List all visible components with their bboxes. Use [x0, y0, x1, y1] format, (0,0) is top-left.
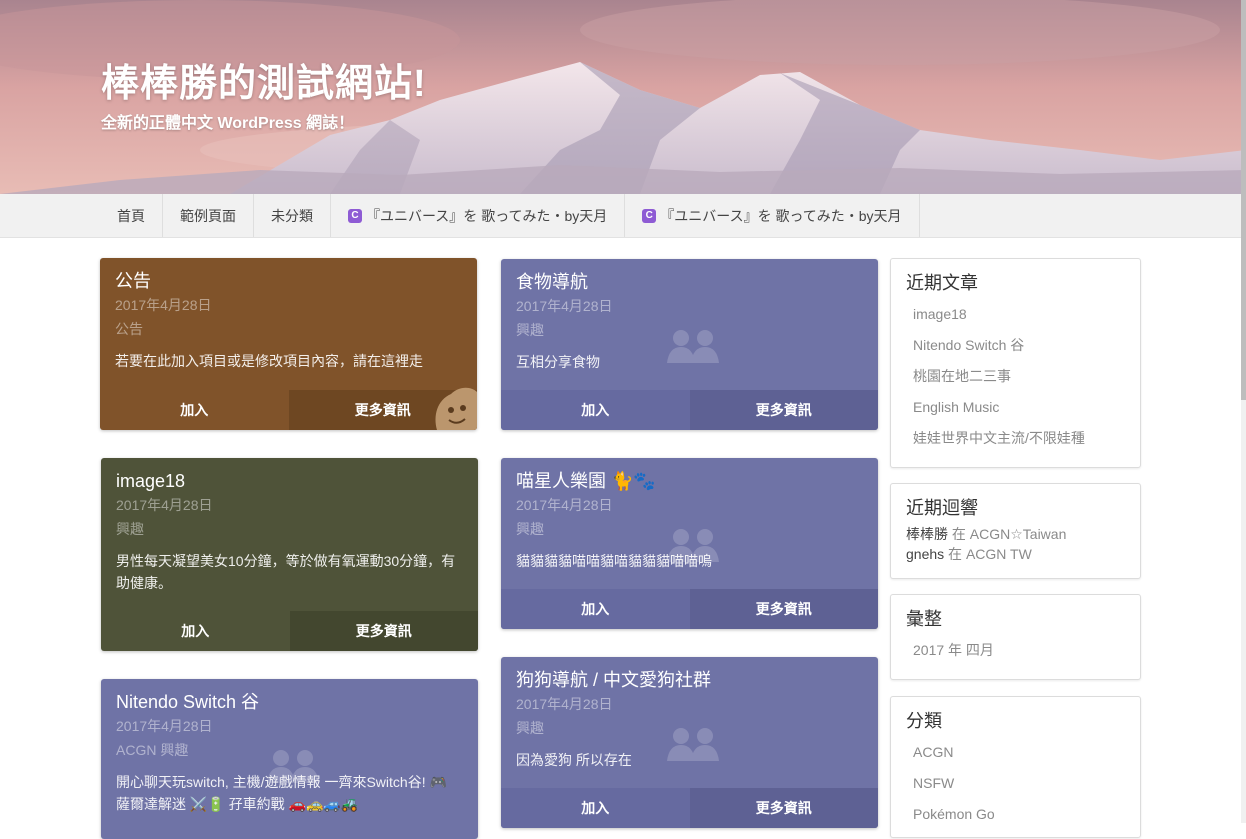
card-title[interactable]: image18	[116, 469, 463, 493]
recent-post-link[interactable]: English Music	[913, 392, 1140, 423]
site-tagline: 全新的正體中文 WordPress 網誌！	[101, 115, 355, 132]
card-date: 2017年4月28日	[115, 297, 212, 313]
card-title[interactable]: 食物導航	[516, 270, 863, 294]
join-button[interactable]: 加入	[100, 390, 289, 430]
join-button[interactable]: 加入	[101, 611, 290, 651]
group-card-food-navigation: 食物導航 2017年4月28日 興趣 互相分享食物 加入 更多資訊	[501, 259, 878, 430]
card-description: 若要在此加入項目或是修改項目內容，請在這裡走	[115, 353, 423, 369]
card-actions: 加入 更多資訊	[501, 788, 878, 828]
widget-title: 分類	[906, 711, 942, 731]
card-date: 2017年4月28日	[116, 718, 213, 734]
header-banner: 棒棒勝的測試網站! 全新的正體中文 WordPress 網誌！	[0, 0, 1246, 194]
recent-comments-widget: 近期迴響 棒棒勝 在 ACGN☆Taiwan gnehs 在 ACGN TW	[890, 483, 1141, 579]
comment-author-link[interactable]: 棒棒勝	[906, 526, 948, 542]
main-navigation: 首頁 範例頁面 未分類 C 『ユニバース』を 歌ってみた・by天月 C 『ユニバ…	[0, 194, 1241, 238]
join-button[interactable]: 加入	[501, 788, 690, 828]
site-title[interactable]: 棒棒勝的測試網站!	[101, 52, 427, 107]
comment-author-link[interactable]: gnehs	[906, 546, 944, 562]
recent-post-link[interactable]: 桃園在地二三事	[913, 361, 1140, 392]
comment-in-label: 在	[948, 546, 963, 562]
nav-item-label: 範例頁面	[180, 207, 236, 224]
group-icon	[667, 529, 719, 562]
widget-title: 近期文章	[906, 273, 978, 293]
categories-widget: 分類 ACGN NSFW Pokémon Go	[890, 696, 1141, 838]
card-description: 男性每天凝望美女10分鐘，等於做有氧運動30分鐘，有助健康。	[116, 553, 456, 591]
comment-post-link[interactable]: ACGN☆Taiwan	[970, 526, 1067, 542]
recent-comment: gnehs 在 ACGN TW	[906, 544, 1125, 564]
card-actions: 加入 更多資訊	[100, 390, 477, 430]
group-icon	[667, 330, 719, 363]
card-category[interactable]: 興趣	[116, 517, 463, 541]
card-date: 2017年4月28日	[516, 298, 613, 314]
archives-widget: 彙整 2017 年 四月	[890, 594, 1141, 680]
group-card-cat-paradise: 喵星人樂園 🐈🐾 2017年4月28日 興趣 貓貓貓貓喵喵貓喵貓貓貓喵喵嗚 加入…	[501, 458, 878, 629]
card-title[interactable]: 喵星人樂園 🐈🐾	[516, 469, 863, 493]
archive-link[interactable]: 2017 年 四月	[913, 635, 1140, 666]
more-info-button[interactable]: 更多資訊	[689, 788, 878, 828]
nav-item-sample-page[interactable]: 範例頁面	[163, 194, 254, 237]
card-actions: 加入 更多資訊	[101, 611, 478, 651]
group-card-dog-navigation: 狗狗導航 / 中文愛狗社群 2017年4月28日 興趣 因為愛狗 所以存在 加入…	[501, 657, 878, 828]
group-card-nintendo-switch: Nitendo Switch 谷 2017年4月28日 ACGN 興趣 開心聊天…	[101, 679, 478, 839]
group-icon	[667, 728, 719, 761]
recent-post-link[interactable]: Nitendo Switch 谷	[913, 330, 1140, 361]
card-title[interactable]: 狗狗導航 / 中文愛狗社群	[516, 668, 863, 692]
card-category[interactable]: 公告	[115, 317, 462, 341]
nav-item-home[interactable]: 首頁	[100, 194, 163, 237]
music-app-icon: C	[348, 208, 362, 223]
comment-in-label: 在	[951, 526, 966, 542]
card-title[interactable]: Nitendo Switch 谷	[116, 690, 463, 714]
card-actions: 加入 更多資訊	[501, 390, 878, 430]
widget-title: 彙整	[906, 609, 942, 629]
recent-post-link[interactable]: 娃娃世界中文主流/不限娃種	[913, 423, 1140, 454]
nav-item-label: 首頁	[117, 207, 145, 224]
music-app-icon: C	[642, 208, 657, 223]
recent-comment: 棒棒勝 在 ACGN☆Taiwan	[906, 524, 1125, 544]
more-info-button[interactable]: 更多資訊	[689, 390, 878, 430]
scrollbar[interactable]	[1241, 0, 1246, 823]
join-button[interactable]: 加入	[501, 589, 690, 629]
card-actions: 加入 更多資訊	[501, 589, 878, 629]
category-link[interactable]: NSFW	[913, 768, 1140, 799]
recent-posts-widget: 近期文章 image18 Nitendo Switch 谷 桃園在地二三事 En…	[890, 258, 1141, 468]
group-card-announcement: 公告 2017年4月28日 公告 若要在此加入項目或是修改項目內容，請在這裡走 …	[100, 258, 477, 430]
nav-item-universe-song-1[interactable]: C 『ユニバース』を 歌ってみた・by天月	[331, 194, 626, 237]
more-info-button[interactable]: 更多資訊	[689, 589, 878, 629]
nav-item-label: 『ユニバース』を 歌ってみた・by天月	[660, 207, 902, 224]
comment-post-link[interactable]: ACGN TW	[966, 546, 1032, 562]
nav-item-label: 『ユニバース』を 歌ってみた・by天月	[366, 207, 608, 224]
nav-item-label: 未分類	[271, 207, 313, 224]
card-date: 2017年4月28日	[116, 497, 213, 513]
category-link[interactable]: Pokémon Go	[913, 799, 1140, 830]
recent-post-link[interactable]: image18	[913, 299, 1140, 330]
group-icon	[267, 750, 319, 783]
more-info-button[interactable]: 更多資訊	[289, 611, 478, 651]
card-date: 2017年4月28日	[516, 696, 613, 712]
doge-mascot-icon	[435, 387, 477, 430]
card-title[interactable]: 公告	[115, 269, 462, 293]
nav-item-universe-song-2[interactable]: C 『ユニバース』を 歌ってみた・by天月	[625, 194, 920, 237]
join-button[interactable]: 加入	[501, 390, 690, 430]
nav-item-uncategorized[interactable]: 未分類	[254, 194, 331, 237]
scrollbar-thumb[interactable]	[1241, 0, 1246, 400]
card-date: 2017年4月28日	[516, 497, 613, 513]
widget-title: 近期迴響	[906, 498, 978, 518]
group-card-image18: image18 2017年4月28日 興趣 男性每天凝望美女10分鐘，等於做有氧…	[101, 458, 478, 651]
category-link[interactable]: ACGN	[913, 737, 1140, 768]
